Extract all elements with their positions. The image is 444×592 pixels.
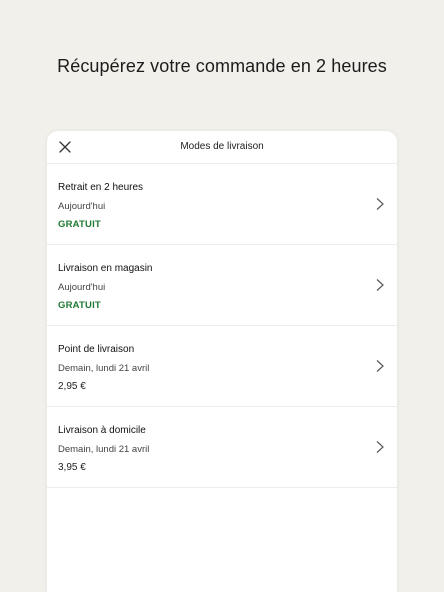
option-title: Livraison en magasin (58, 263, 153, 274)
chevron-right-icon (375, 440, 385, 454)
option-price: 2,95 € (58, 381, 86, 392)
option-date: Demain, lundi 21 avril (58, 444, 150, 455)
option-date: Aujourd'hui (58, 282, 106, 293)
option-price: GRATUIT (58, 300, 101, 311)
sheet-title: Modes de livraison (180, 141, 264, 152)
delivery-option-home[interactable]: Livraison à domicile Demain, lundi 21 av… (47, 407, 397, 488)
delivery-option-relay-point[interactable]: Point de livraison Demain, lundi 21 avri… (47, 326, 397, 407)
option-date: Demain, lundi 21 avril (58, 363, 150, 374)
delivery-option-store[interactable]: Livraison en magasin Aujourd'hui GRATUIT (47, 245, 397, 326)
delivery-option-pickup-2h[interactable]: Retrait en 2 heures Aujourd'hui GRATUIT (47, 164, 397, 245)
sheet-header: Modes de livraison (47, 131, 397, 164)
option-price: GRATUIT (58, 219, 101, 230)
option-date: Aujourd'hui (58, 201, 106, 212)
option-title: Livraison à domicile (58, 425, 146, 436)
option-title: Retrait en 2 heures (58, 182, 144, 193)
delivery-modes-sheet: Modes de livraison Retrait en 2 heures A… (47, 131, 397, 592)
option-price: 3,95 € (58, 462, 86, 473)
chevron-right-icon (375, 197, 385, 211)
option-title: Point de livraison (58, 344, 135, 355)
page-headline: Récupérez votre commande en 2 heures (57, 56, 387, 76)
chevron-right-icon (375, 359, 385, 373)
chevron-right-icon (375, 278, 385, 292)
